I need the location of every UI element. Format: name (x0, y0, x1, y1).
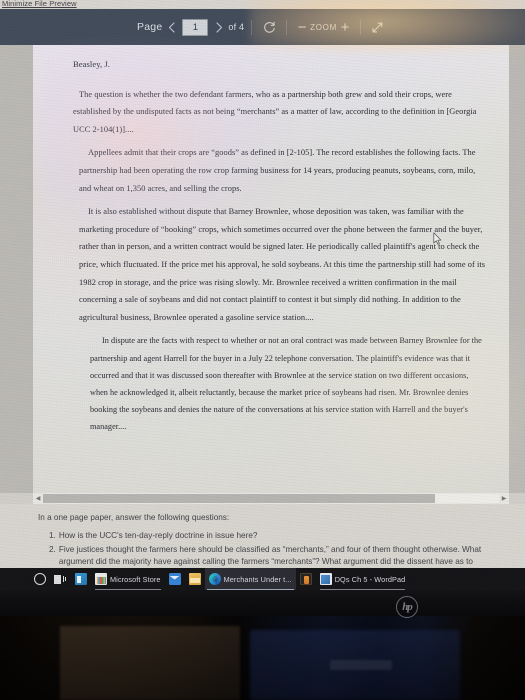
document-paragraph-4: In dispute are the facts with respect to… (90, 336, 482, 432)
file-explorer-icon (188, 573, 201, 585)
blue-app-icon (75, 573, 87, 585)
toolbar-divider-3 (359, 19, 361, 35)
assignment-questions-panel: In a one page paper, answer the followin… (0, 504, 525, 568)
document-paragraph-3: It is also established without dispute t… (79, 207, 486, 322)
page-label: Page (137, 21, 163, 33)
laptop-bezel (0, 590, 525, 616)
minimize-preview-bar: Minimize File Preview (0, 0, 525, 9)
question-text: How is the UCC's ten-day-reply doctrine … (58, 531, 258, 540)
assignment-intro: In a one page paper, answer the followin… (38, 513, 230, 522)
page-count-label: of 4 (228, 22, 245, 32)
question-number: 1. (49, 531, 56, 540)
document-viewport[interactable]: Beasley, J. The question is whether the … (0, 45, 525, 493)
laptop-screen: Minimize File Preview Page 1 of 4 − ZOOM… (0, 0, 525, 590)
hp-logo: hp (396, 596, 418, 618)
taskbar-item-orange-app[interactable] (296, 568, 316, 590)
rotate-icon[interactable] (259, 16, 279, 38)
question-text: Five justices thought the farmers here s… (58, 544, 482, 567)
scrollbar-track[interactable] (43, 494, 499, 503)
cortana-circle-icon (34, 573, 46, 585)
task-view-icon (54, 574, 67, 585)
zoom-controls-group: − ZOOM + (294, 9, 353, 45)
edge-icon (208, 573, 221, 585)
taskbar-item-wordpad[interactable]: DQs Ch 5 - WordPad (316, 568, 410, 590)
photo-of-laptop-screen: Minimize File Preview Page 1 of 4 − ZOOM… (0, 0, 525, 700)
document-page: Beasley, J. The question is whether the … (33, 45, 509, 493)
court-byline: Beasley, J. (73, 59, 110, 69)
chevron-right-icon[interactable] (210, 15, 228, 39)
taskbar-item-label: Merchants Under t... (223, 574, 292, 584)
list-item: 1. How is the UCC's ten-day-reply doctri… (49, 530, 513, 543)
microsoft-store-icon (95, 573, 107, 585)
scrollbar-thumb[interactable] (43, 494, 436, 503)
file-preview-toolbar: Page 1 of 4 − ZOOM + (0, 9, 525, 45)
taskbar-item-mail[interactable] (165, 568, 185, 590)
wordpad-icon (319, 573, 332, 585)
list-item: 2. Five justices thought the farmers her… (49, 544, 513, 569)
desk-background (0, 616, 525, 700)
taskbar-item-label: DQs Ch 5 - WordPad (334, 574, 406, 584)
expand-arrows-icon[interactable] (368, 16, 388, 38)
taskbar-item-edge-merchants[interactable]: Merchants Under t... (204, 568, 296, 590)
page-number-input[interactable]: 1 (182, 18, 209, 36)
assignment-question-list: 1. How is the UCC's ten-day-reply doctri… (38, 530, 513, 568)
taskbar-item-label: Microsoft Store (110, 574, 161, 584)
taskbar-item-blue-app[interactable] (71, 568, 91, 590)
minimize-file-preview-link[interactable]: Minimize File Preview (2, 0, 77, 9)
toolbar-divider-2 (286, 19, 288, 35)
mail-icon (168, 573, 181, 585)
taskbar-item-file-explorer[interactable] (185, 568, 205, 590)
orange-app-icon (299, 573, 312, 585)
question-number: 2. (49, 544, 56, 554)
toolbar-divider (251, 19, 253, 35)
scroll-right-arrow-icon[interactable]: ▶ (499, 493, 509, 504)
zoom-in-button[interactable]: + (337, 20, 353, 35)
chevron-left-icon[interactable] (162, 15, 180, 39)
document-paragraph-1: The question is whether the two defendan… (73, 89, 477, 134)
zoom-label: ZOOM (310, 22, 337, 32)
page-navigation-group: Page 1 of 4 (137, 9, 244, 45)
taskbar-item-cortana[interactable] (30, 568, 50, 590)
taskbar-item-microsoft-store[interactable]: Microsoft Store (91, 568, 165, 590)
scroll-left-arrow-icon[interactable]: ◀ (33, 493, 43, 504)
horizontal-scrollbar[interactable]: ◀ ▶ (33, 493, 509, 504)
windows-taskbar: Microsoft Store Merchants Under t... DQs… (0, 568, 525, 590)
document-paragraph-2: Appellees admit that their crops are “go… (79, 148, 476, 193)
taskbar-item-task-view[interactable] (50, 568, 71, 590)
document-text-body: Beasley, J. The question is whether the … (33, 45, 509, 436)
zoom-out-button[interactable]: − (294, 20, 310, 35)
